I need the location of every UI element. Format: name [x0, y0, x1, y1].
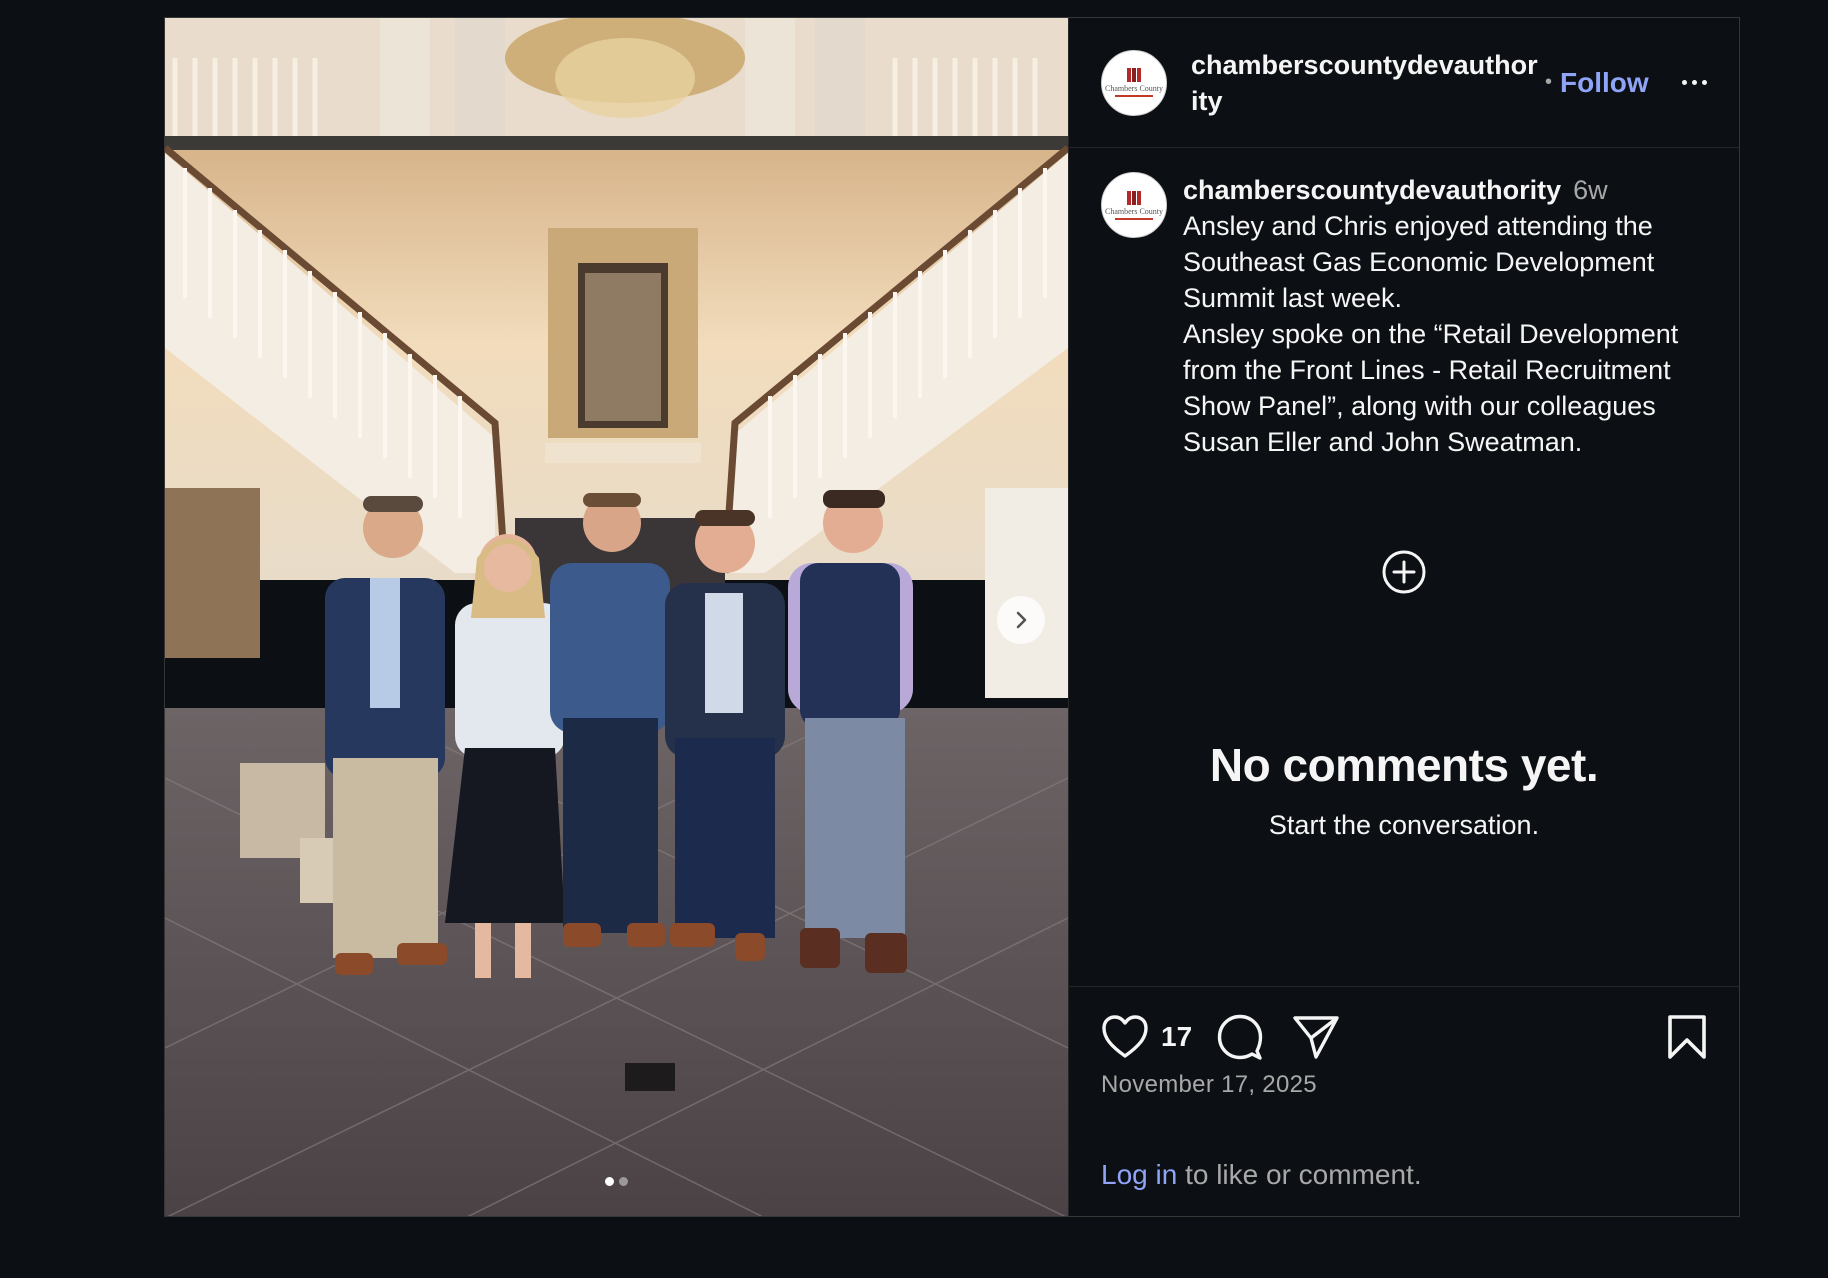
heart-icon — [1102, 1015, 1148, 1058]
avatar-logo-text: Chambers County — [1105, 206, 1163, 216]
next-slide-button[interactable] — [997, 596, 1045, 644]
empty-comments-subtitle: Start the conversation. — [1268, 810, 1540, 840]
carousel-dot-1 — [605, 1177, 614, 1186]
add-circle-icon[interactable] — [1380, 548, 1428, 596]
login-link[interactable]: Log in — [1101, 1159, 1177, 1190]
caption-timestamp[interactable]: 6w — [1573, 175, 1608, 205]
logo-underline — [1115, 217, 1153, 220]
like-count[interactable]: 17 — [1161, 1021, 1192, 1053]
login-prompt: Log in to like or comment. — [1101, 1159, 1422, 1191]
separator-dot: • — [1545, 71, 1553, 93]
brand-logo-icon — [1127, 68, 1141, 82]
empty-comments: No comments yet. Start the conversation. — [1069, 738, 1739, 841]
action-row: 17 — [1101, 1013, 1707, 1061]
post-header: Chambers County chamberscountydevauthori… — [1069, 18, 1739, 148]
avatar[interactable]: Chambers County — [1101, 49, 1167, 116]
post-actions: 17 November 17, 2025 Log in to like or c… — [1069, 986, 1739, 1216]
comments-area[interactable]: Chambers County chamberscountydevauthori… — [1069, 148, 1739, 986]
instagram-post: Chambers County chamberscountydevauthori… — [164, 17, 1740, 1217]
post-date: November 17, 2025 — [1101, 1071, 1317, 1098]
comment-icon — [1217, 1014, 1263, 1060]
like-button[interactable] — [1101, 1014, 1149, 1060]
caption-username[interactable]: chamberscountydevauthority — [1183, 175, 1561, 205]
post-side-panel: Chambers County chamberscountydevauthori… — [1068, 18, 1739, 1216]
login-suffix: to like or comment. — [1177, 1159, 1422, 1190]
follow-group: • Follow — [1545, 67, 1649, 99]
caption-text: Ansley and Chris enjoyed attending the S… — [1183, 211, 1679, 457]
caption-avatar[interactable]: Chambers County — [1101, 172, 1167, 238]
brand-logo-icon — [1127, 190, 1141, 205]
carousel-indicator — [165, 1177, 1068, 1186]
caption-body: chamberscountydevauthority 6w Ansley and … — [1183, 172, 1707, 460]
save-button[interactable] — [1667, 1014, 1707, 1060]
more-options-icon[interactable] — [1682, 72, 1707, 93]
bookmark-icon — [1668, 1015, 1706, 1059]
follow-button[interactable]: Follow — [1560, 67, 1649, 99]
header-username[interactable]: chamberscountydevauthority — [1191, 47, 1541, 119]
empty-comments-title: No comments yet. — [1209, 739, 1599, 791]
post-photo — [165, 18, 1068, 1216]
post-caption: Chambers County chamberscountydevauthori… — [1101, 172, 1707, 460]
share-button[interactable] — [1292, 1013, 1340, 1061]
chevron-right-icon — [1016, 611, 1027, 629]
post-media[interactable] — [165, 18, 1068, 1216]
comment-button[interactable] — [1216, 1013, 1264, 1061]
avatar-logo-text: Chambers County — [1105, 84, 1163, 93]
carousel-dot-2 — [619, 1177, 628, 1186]
send-icon — [1293, 1016, 1339, 1059]
logo-underline — [1115, 95, 1153, 97]
